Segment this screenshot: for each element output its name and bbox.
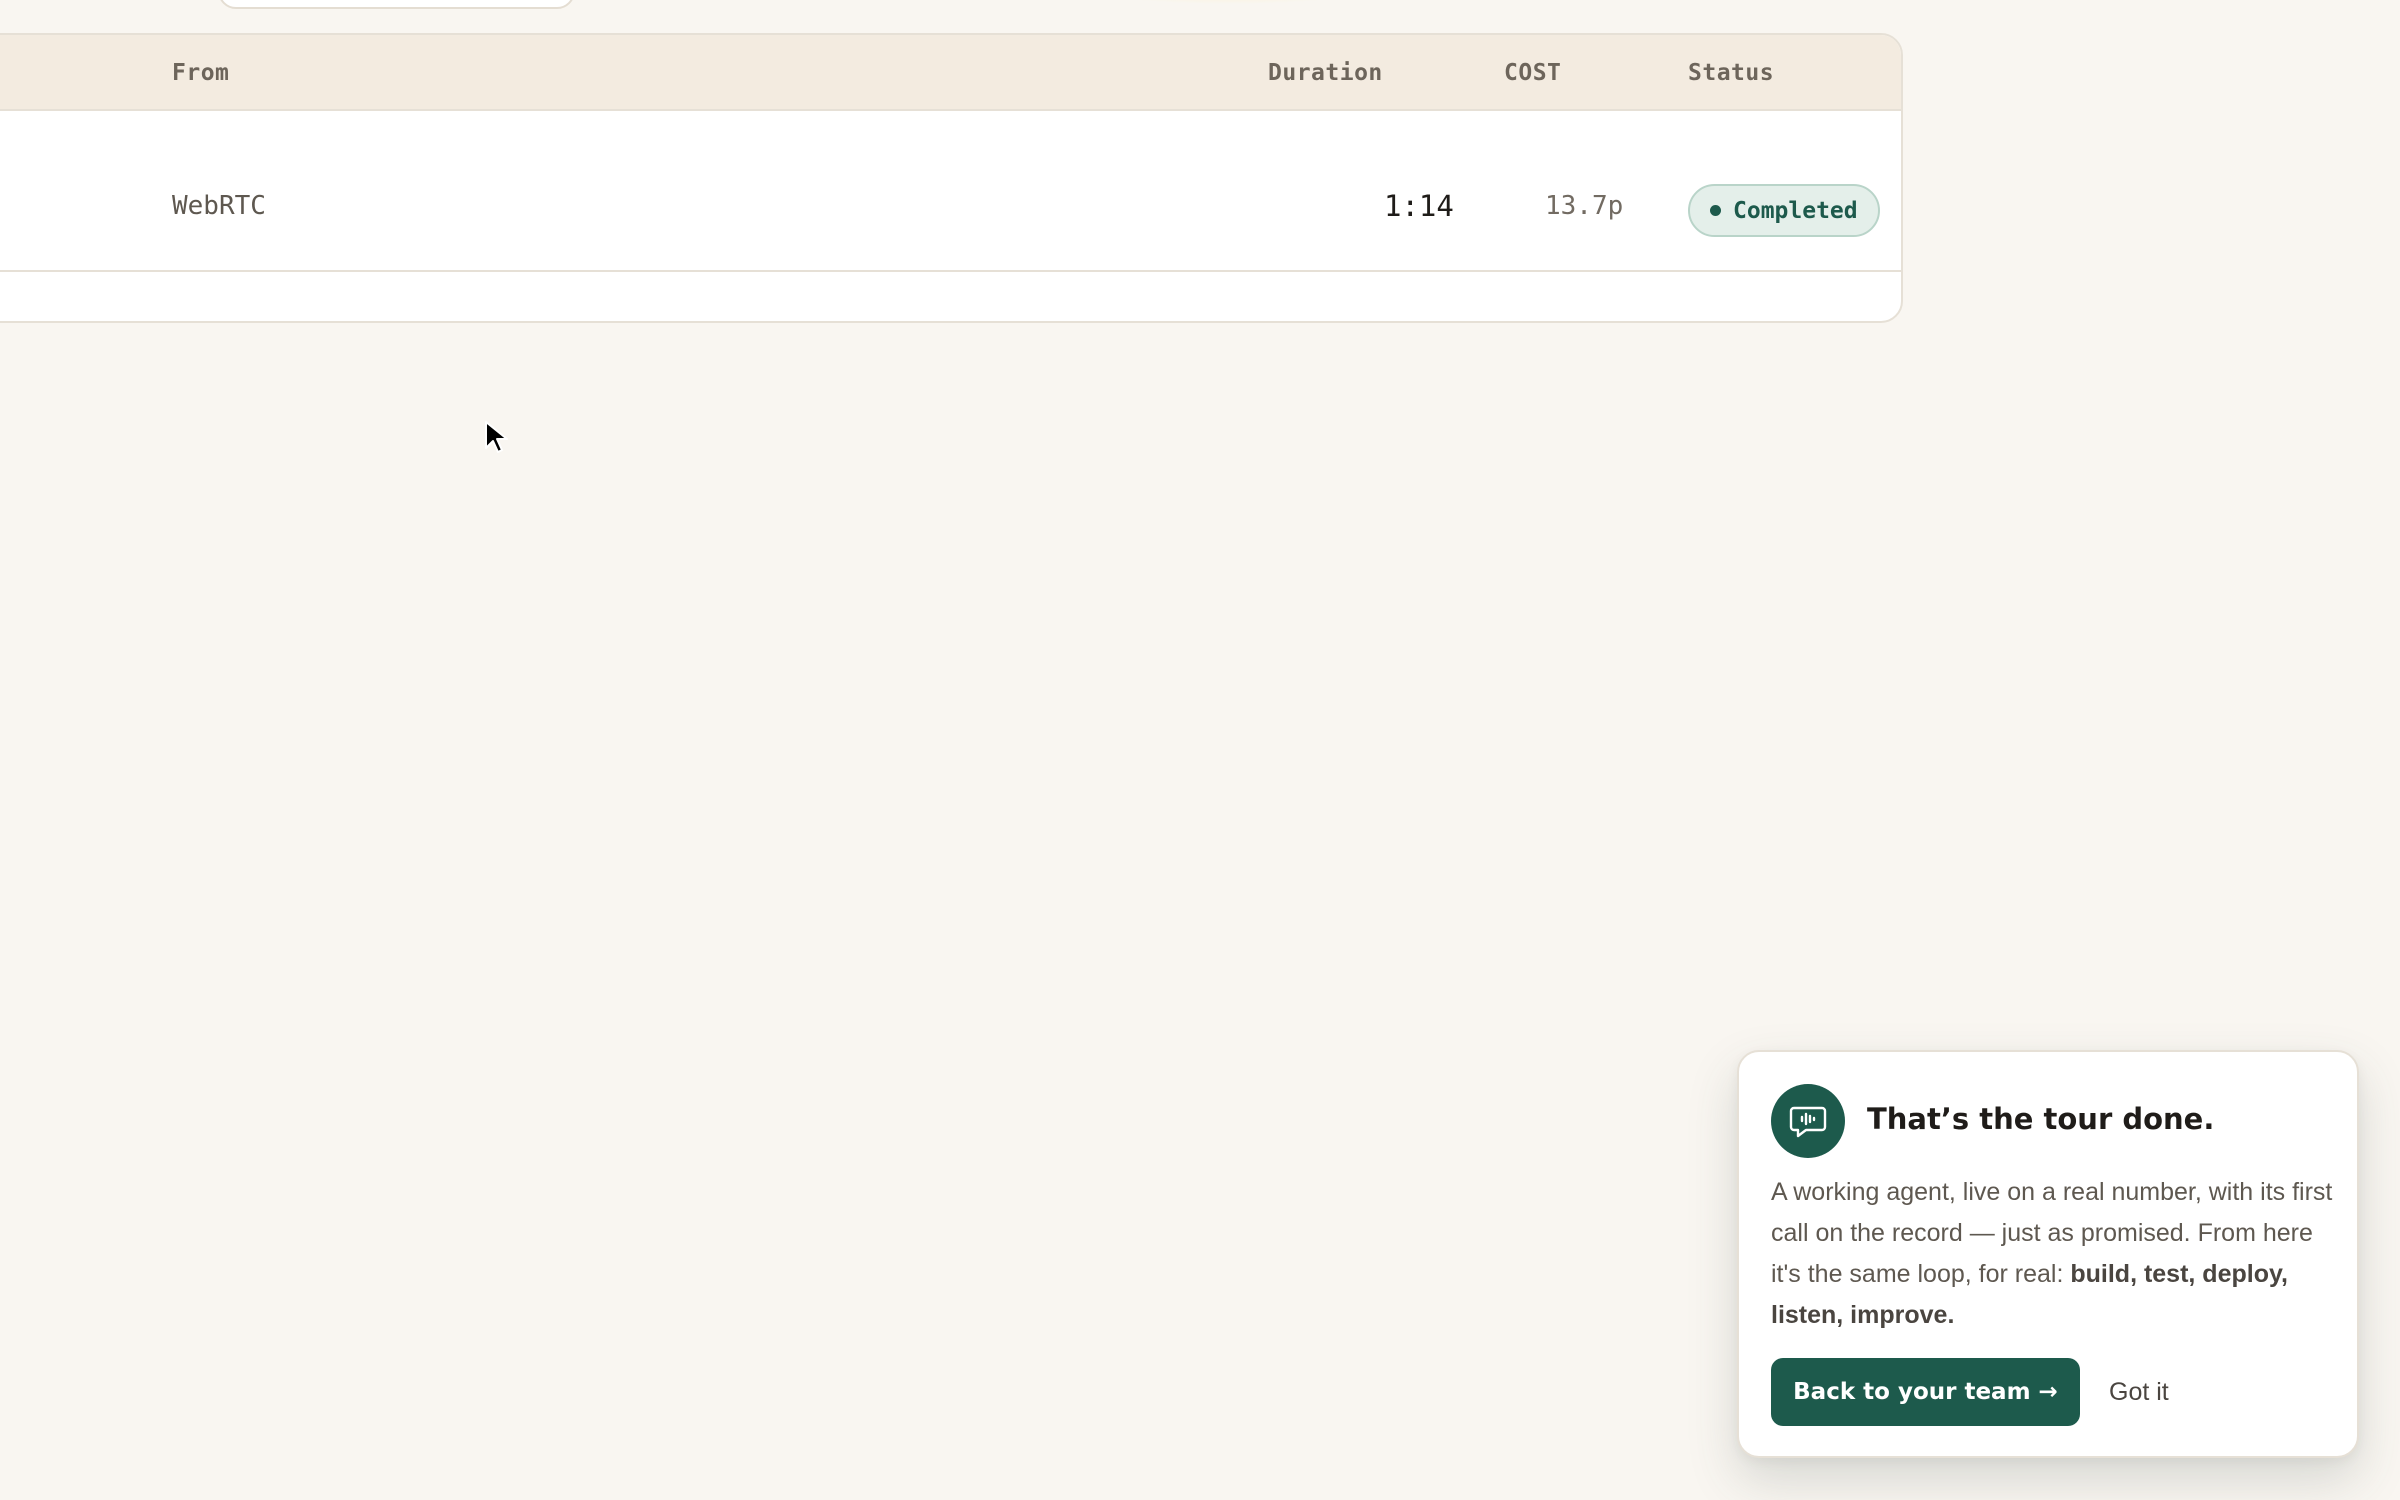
back-to-team-button[interactable]: Back to your team →	[1771, 1358, 2080, 1426]
table-header: From Duration COST Status	[0, 35, 1901, 111]
column-header-duration[interactable]: Duration	[1268, 60, 1383, 86]
cell-duration: 1:14	[1384, 189, 1454, 223]
column-header-from[interactable]: From	[172, 60, 229, 86]
column-header-status[interactable]: Status	[1688, 60, 1774, 86]
table-row[interactable]: WebRTC 1:14 13.7p Completed	[0, 111, 1901, 272]
mouse-cursor-icon	[485, 421, 508, 453]
chat-waveform-icon	[1771, 1084, 1845, 1158]
column-header-cost[interactable]: COST	[1504, 60, 1561, 86]
status-dot-icon	[1710, 205, 1721, 216]
status-label: Completed	[1733, 197, 1858, 224]
status-badge: Completed	[1688, 184, 1880, 237]
top-highlight	[1100, 0, 1360, 4]
tour-complete-popup: That’s the tour done. A working agent, l…	[1737, 1050, 2359, 1458]
tour-description: A working agent, live on a real number, …	[1771, 1172, 2337, 1336]
got-it-button[interactable]: Got it	[2103, 1358, 2175, 1426]
top-search-field[interactable]	[218, 0, 575, 9]
tour-title: That’s the tour done.	[1867, 1102, 2215, 1136]
cell-cost: 13.7p	[1545, 191, 1624, 221]
calls-table: From Duration COST Status WebRTC 1:14 13…	[0, 33, 1903, 323]
cell-from: WebRTC	[172, 191, 266, 221]
